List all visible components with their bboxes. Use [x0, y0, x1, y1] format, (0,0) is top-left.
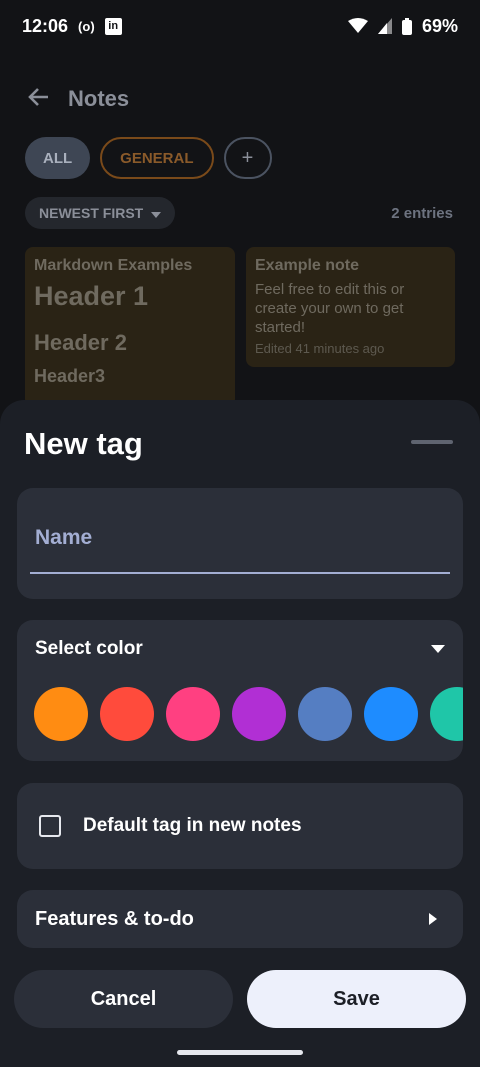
color-selector-header[interactable]: Select color	[35, 638, 445, 660]
color-swatches	[34, 687, 463, 741]
caret-down-icon	[431, 645, 445, 653]
color-swatch[interactable]	[298, 687, 352, 741]
sort-label: NEWEST FIRST	[39, 205, 144, 221]
tag-chip-row: ALL GENERAL +	[25, 137, 272, 179]
note-edited-time: Edited 41 minutes ago	[255, 341, 385, 356]
back-arrow-icon[interactable]	[28, 87, 50, 112]
chevron-down-icon	[151, 205, 162, 221]
new-tag-sheet: New tag Name Select color Default tag in…	[0, 400, 480, 1067]
cancel-button[interactable]: Cancel	[14, 970, 233, 1028]
note-card[interactable]: Markdown Examples Header 1 Header 2 Head…	[25, 247, 235, 407]
chip-general[interactable]: GENERAL	[100, 137, 214, 179]
note-header-3: Header3	[34, 366, 106, 386]
sort-row: NEWEST FIRST 2 entries	[25, 197, 453, 229]
page-title: Notes	[68, 86, 130, 111]
default-tag-label: Default tag in new notes	[83, 815, 302, 836]
features-label: Features & to-do	[35, 907, 194, 930]
name-field[interactable]: Name	[17, 488, 463, 599]
sort-dropdown[interactable]: NEWEST FIRST	[25, 197, 176, 229]
linkedin-icon: in	[104, 17, 122, 35]
app-bar: Notes	[28, 86, 129, 112]
battery-icon	[401, 17, 412, 35]
note-card[interactable]: Example note Feel free to edit this or c…	[246, 247, 455, 367]
entries-count: 2 entries	[391, 204, 453, 222]
features-todo-row[interactable]: Features & to-do	[17, 890, 463, 948]
color-selector: Select color	[17, 620, 463, 761]
default-tag-checkbox[interactable]	[39, 815, 61, 837]
save-button[interactable]: Save	[247, 970, 466, 1028]
home-indicator	[177, 1050, 303, 1055]
note-title: Example note	[255, 257, 360, 274]
note-title: Markdown Examples	[34, 257, 193, 274]
status-right: 69%	[347, 15, 458, 37]
add-tag-chip[interactable]: +	[223, 137, 272, 179]
note-header-2: Header 2	[34, 330, 127, 355]
select-color-label: Select color	[35, 638, 143, 659]
color-swatch[interactable]	[430, 687, 463, 741]
caret-right-icon	[429, 913, 437, 925]
drag-handle[interactable]	[411, 440, 453, 444]
color-swatch[interactable]	[166, 687, 220, 741]
signal-icon	[377, 18, 392, 34]
note-body: Feel free to edit this or create your ow…	[255, 281, 405, 336]
battery-percent: 69%	[421, 15, 458, 36]
color-swatch[interactable]	[34, 687, 88, 741]
cast-icon: (o)	[78, 18, 95, 34]
color-swatch[interactable]	[100, 687, 154, 741]
status-bar: 12:06 (o) in 69%	[0, 0, 480, 52]
wifi-icon	[347, 18, 368, 34]
note-header-1: Header 1	[34, 281, 149, 311]
color-swatch[interactable]	[364, 687, 418, 741]
status-left: 12:06 (o) in	[22, 16, 122, 37]
chip-all[interactable]: ALL	[25, 137, 91, 179]
sheet-title: New tag	[24, 426, 143, 461]
clock: 12:06	[22, 15, 69, 36]
name-field-label: Name	[35, 526, 93, 549]
name-field-underline	[30, 572, 450, 574]
color-swatch[interactable]	[232, 687, 286, 741]
default-tag-option[interactable]: Default tag in new notes	[17, 783, 463, 869]
